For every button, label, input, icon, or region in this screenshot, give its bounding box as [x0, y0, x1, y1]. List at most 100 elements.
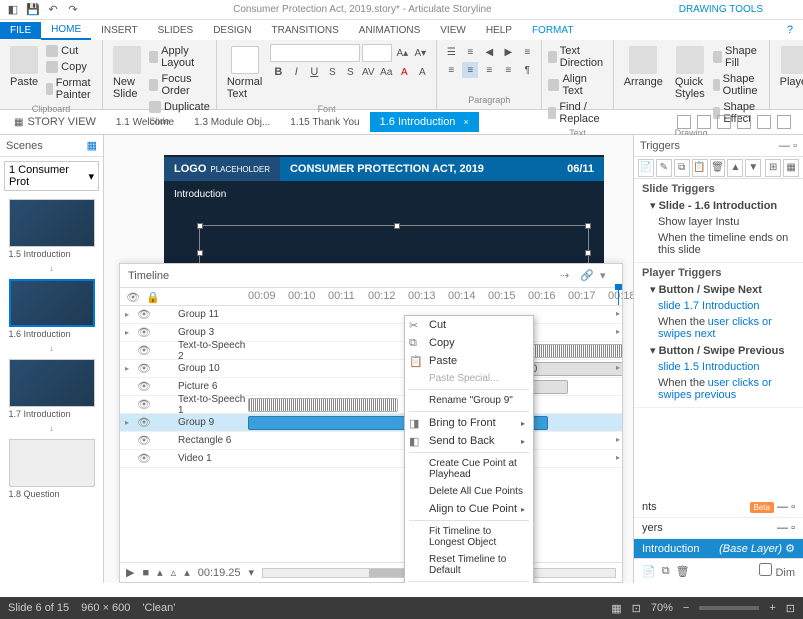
redo-icon[interactable]: ↷ — [66, 3, 80, 17]
triggers-close-icon[interactable]: ▫ — [793, 140, 797, 152]
stop-button[interactable]: ■ — [142, 567, 149, 579]
device-phone-portrait-icon[interactable] — [757, 115, 771, 129]
slide-tab-3[interactable]: 1.15 Thank You — [280, 113, 369, 132]
view-normal-icon[interactable]: ▦ — [611, 602, 621, 615]
zoom-out-icon[interactable]: ▴ — [157, 566, 163, 579]
numbering-button[interactable]: ≡ — [462, 44, 478, 60]
cm-rename[interactable]: Rename "Group 9" — [405, 392, 533, 409]
align-center-button[interactable]: ≡ — [462, 62, 478, 78]
eye-header-icon[interactable]: 👁 — [126, 291, 138, 303]
zoom-level[interactable]: 70% — [651, 602, 673, 614]
responsive-icon[interactable] — [777, 115, 791, 129]
bullets-button[interactable]: ☰ — [443, 44, 459, 60]
add-trigger-button[interactable]: 📄 — [638, 159, 654, 177]
cm-bring-front[interactable]: ◨Bring to Front▸ — [405, 414, 533, 432]
shape-fill-button[interactable]: Shape Fill — [713, 44, 763, 70]
justify-button[interactable]: ≡ — [500, 62, 516, 78]
device-tablet-landscape-icon[interactable] — [697, 115, 711, 129]
tab-help[interactable]: HELP — [476, 22, 522, 39]
arrange-button[interactable]: Arrange — [620, 44, 667, 90]
font-color-button[interactable]: A — [414, 64, 430, 80]
tab-insert[interactable]: INSERT — [91, 22, 148, 39]
timeline-link-icon[interactable]: 🔗 — [580, 269, 594, 283]
indent-button[interactable]: ▶ — [500, 44, 516, 60]
delete-trigger-button[interactable]: 🗑 — [710, 159, 726, 177]
slide-thumb[interactable]: 1.7 Introduction↓ — [9, 359, 95, 435]
timeline-flow-icon[interactable]: ⇢ — [560, 269, 574, 283]
tab-animations[interactable]: ANIMATIONS — [349, 22, 430, 39]
strike-button[interactable]: S — [324, 64, 340, 80]
play-button[interactable]: ▶ — [126, 566, 134, 579]
trigger-item[interactable]: ▾ Button / Swipe Previous — [642, 342, 795, 359]
copy-trigger-button[interactable]: ⧉ — [674, 159, 690, 177]
cm-delete-cue[interactable]: Delete All Cue Points — [405, 483, 533, 500]
eye-icon[interactable]: 👁 — [134, 308, 154, 321]
eye-icon[interactable]: 👁 — [134, 416, 154, 429]
zoom-reset-icon[interactable]: ▵ — [171, 566, 177, 579]
cm-paste[interactable]: 📋Paste — [405, 352, 533, 370]
zoom-in-icon[interactable]: ▴ — [184, 566, 190, 579]
cm-fit-timeline[interactable]: Fit Timeline to Longest Object — [405, 523, 533, 551]
eye-icon[interactable]: 👁 — [134, 344, 154, 357]
layers-close-icon[interactable]: ▫ — [791, 522, 795, 534]
shadow-button[interactable]: S — [342, 64, 358, 80]
focus-order-button[interactable]: Focus Order — [149, 72, 210, 98]
align-left-button[interactable]: ≡ — [443, 62, 459, 78]
outdent-button[interactable]: ◀ — [481, 44, 497, 60]
tab-transitions[interactable]: TRANSITIONS — [262, 22, 349, 39]
timeline-row[interactable]: ▸👁Group 11▸ — [120, 306, 622, 324]
duplicate-layer-button[interactable]: ⧉ — [662, 565, 670, 578]
edit-trigger-button[interactable]: ✎ — [656, 159, 672, 177]
new-slide-button[interactable]: New Slide — [109, 44, 145, 102]
move-down-button[interactable]: ▼ — [745, 159, 761, 177]
timeline-row[interactable]: 👁Video 1▸ — [120, 450, 622, 468]
eye-icon[interactable]: 👁 — [134, 326, 154, 339]
cut-button[interactable]: Cut — [46, 44, 96, 58]
align-text-button[interactable]: Align Text — [548, 72, 606, 98]
underline-button[interactable]: U — [306, 64, 322, 80]
time-menu-icon[interactable]: ▾ — [249, 566, 255, 579]
align-right-button[interactable]: ≡ — [481, 62, 497, 78]
trigger-item[interactable]: ▾ Button / Swipe Next — [642, 281, 795, 298]
bold-button[interactable]: B — [270, 64, 286, 80]
scenes-menu-icon[interactable]: ▦ — [87, 139, 97, 152]
move-up-button[interactable]: ▲ — [727, 159, 743, 177]
zoom-slider[interactable] — [699, 606, 759, 610]
shrink-font-icon[interactable]: A▾ — [412, 45, 428, 61]
timeline-ruler[interactable]: 00:09 00:10 00:11 00:12 00:13 00:14 00:1… — [248, 288, 622, 305]
slide-thumb[interactable]: 1.6 Introduction↓ — [9, 279, 95, 355]
timeline-row[interactable]: 👁Text-to-Speech 1 — [120, 396, 622, 414]
cm-cut[interactable]: ✂Cut — [405, 316, 533, 334]
tab-design[interactable]: DESIGN — [203, 22, 261, 39]
quick-styles-button[interactable]: Quick Styles — [671, 44, 709, 102]
paste-trigger-button[interactable]: 📋 — [692, 159, 708, 177]
tab-home[interactable]: HOME — [41, 21, 91, 40]
variables-button[interactable]: ⊞ — [765, 159, 781, 177]
eye-icon[interactable]: 👁 — [134, 362, 154, 375]
triggers-settings-button[interactable]: ▦ — [783, 159, 799, 177]
add-layer-button[interactable]: 📄 — [642, 565, 656, 578]
zoom-fit-button[interactable]: ⊡ — [786, 602, 795, 615]
close-tab-icon[interactable]: × — [463, 117, 468, 127]
zoom-out-button[interactable]: − — [683, 602, 689, 614]
trigger-action[interactable]: slide 1.7 Introduction — [642, 298, 795, 314]
comments-close-icon[interactable]: ▫ — [791, 501, 795, 513]
player-button[interactable]: Player — [776, 44, 803, 90]
lock-header-icon[interactable]: 🔒 — [146, 291, 158, 303]
story-view-tab[interactable]: ▦ STORY VIEW — [4, 112, 106, 132]
slide-thumb[interactable]: 1.8 Question — [9, 439, 95, 501]
timeline-row[interactable]: 👁Text-to-Speech 2 — [120, 342, 622, 360]
copy-button[interactable]: Copy — [46, 60, 96, 74]
line-spacing-button[interactable]: ≡ — [519, 44, 535, 60]
eye-icon[interactable]: 👁 — [134, 434, 154, 447]
trigger-action[interactable]: Show layer Instu — [642, 214, 795, 230]
cm-send-back[interactable]: ◧Send to Back▸ — [405, 432, 533, 450]
slide-tab-4[interactable]: 1.6 Introduction× — [370, 112, 479, 132]
timeline-row[interactable]: ▸👁Group 10▦ Group 10▸ — [120, 360, 622, 378]
text-direction-button[interactable]: Text Direction — [548, 44, 606, 70]
timeline-collapse-icon[interactable]: ▾ — [600, 269, 614, 283]
save-icon[interactable]: 💾 — [26, 3, 40, 17]
apply-layout-button[interactable]: Apply Layout — [149, 44, 210, 70]
rtl-button[interactable]: ¶ — [519, 62, 535, 78]
device-desktop-icon[interactable] — [677, 115, 691, 129]
